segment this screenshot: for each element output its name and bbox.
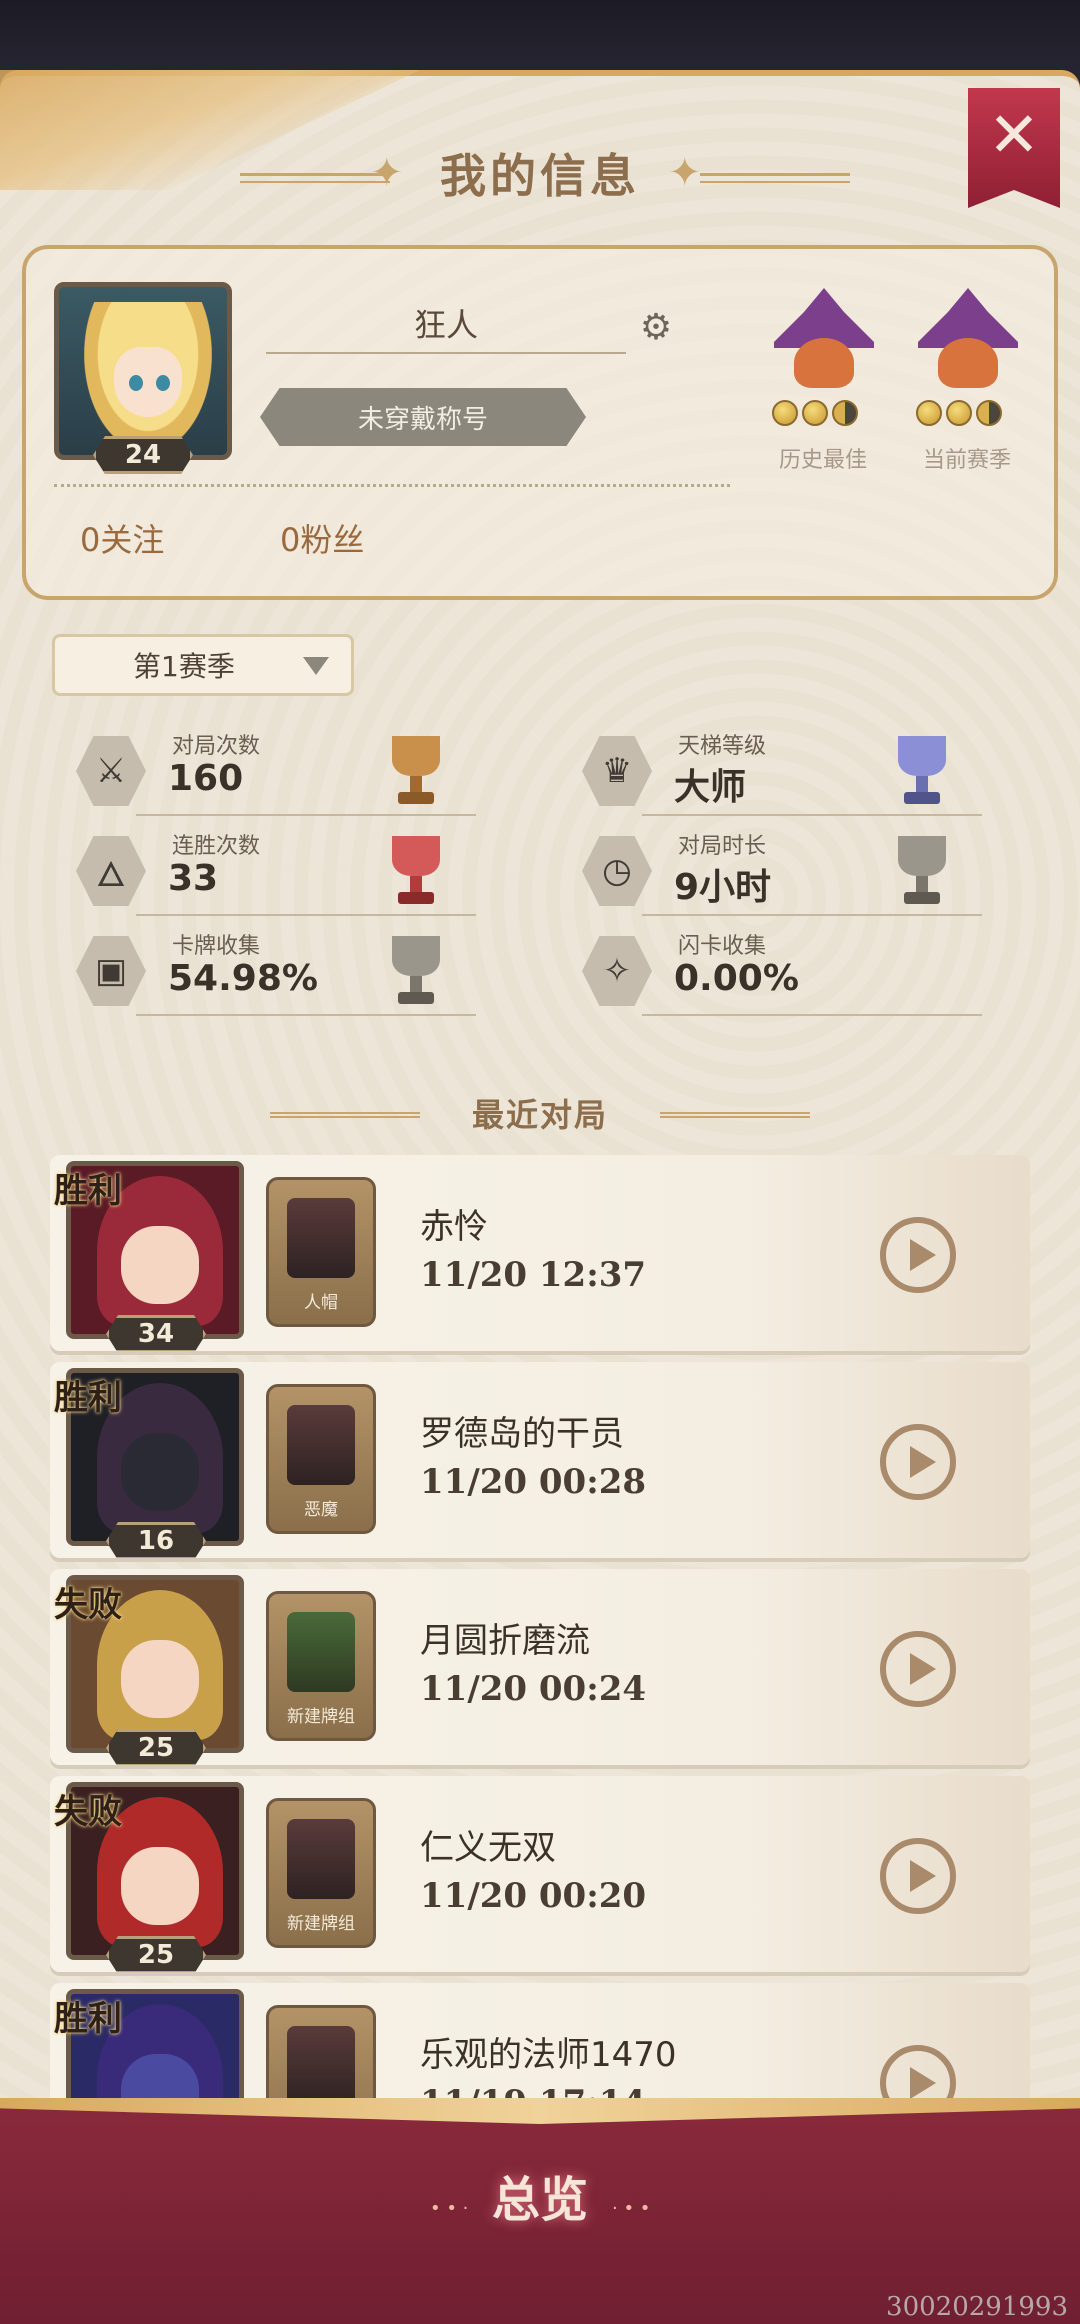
replay-play-icon[interactable]	[880, 2045, 956, 2105]
silver-trophy-icon	[892, 830, 952, 910]
shiny-card-icon: ✧	[582, 936, 652, 1006]
nickname-underline	[266, 352, 626, 354]
deck-card	[266, 2005, 376, 2105]
player-level-badge: 24	[93, 436, 193, 474]
stat-value: 大师	[674, 767, 747, 808]
rank-best-caption: 历史最佳	[778, 448, 867, 473]
deck-name: 新建牌组	[287, 1707, 355, 1727]
opponent-name: 赤怜	[420, 1207, 488, 1247]
follow-count[interactable]: 0关注	[80, 515, 164, 561]
bronze-trophy-icon	[386, 730, 446, 810]
silver-trophy-icon	[386, 930, 446, 1010]
overview-dots-right: · • •	[612, 2198, 651, 2219]
replay-play-icon[interactable]	[880, 1217, 956, 1293]
stat-ladder-tier: ♛ 天梯等级 大师	[582, 728, 1052, 818]
opponent-name: 月圆折磨流	[420, 1621, 590, 1661]
match-result: 失败	[54, 1792, 122, 1832]
diamond-trophy-icon	[892, 730, 952, 810]
match-time: 11/20 12:37	[420, 1255, 647, 1295]
stat-label: 天梯等级	[678, 734, 767, 759]
stat-label: 连胜次数	[172, 834, 261, 859]
match-result: 失败	[54, 1585, 122, 1625]
opponent-name: 仁义无双	[420, 1828, 556, 1868]
replay-play-icon[interactable]	[880, 1838, 956, 1914]
clock-icon: ◷	[582, 836, 652, 906]
season-dropdown[interactable]: 第1赛季	[52, 634, 354, 696]
match-row[interactable]: 16 胜利 恶魔 罗德岛的干员 11/20 00:28	[50, 1362, 1030, 1558]
recent-matches-title: 最近对局	[471, 1096, 608, 1134]
stat-shiny-collection: ✧ 闪卡收集 0.00%	[582, 928, 1052, 1018]
opponent-level-badge: 34	[106, 1315, 206, 1351]
replay-play-icon[interactable]	[880, 1424, 956, 1500]
page-title: 我的信息	[440, 149, 640, 203]
deck-card: 人帽	[266, 1177, 376, 1327]
replay-play-icon[interactable]	[880, 1631, 956, 1707]
recent-matches-list[interactable]: 34 胜利 人帽 赤怜 11/20 12:37 16 胜利 恶魔 罗德岛的干员 …	[50, 1155, 1030, 2105]
stat-win-streak: 🜂 连胜次数 33	[76, 828, 546, 918]
deck-name: 新建牌组	[287, 1914, 355, 1934]
rank-best-emblem-icon[interactable]	[768, 288, 880, 406]
match-result: 胜利	[54, 1171, 122, 1211]
match-result: 胜利	[54, 1999, 122, 2039]
rank-best-pips	[772, 400, 858, 426]
stat-card-collection: ▣ 卡牌收集 54.98%	[76, 928, 546, 1018]
stat-value: 9小时	[674, 867, 772, 908]
overview-button[interactable]: 总览	[440, 2160, 640, 2240]
opponent-name: 乐观的法师1470	[420, 2035, 677, 2075]
flame-shield-icon: 🜂	[76, 836, 146, 906]
avatar-eye	[156, 375, 170, 391]
opponent-level-badge: 25	[106, 1729, 206, 1765]
season-selected-value: 第1赛季	[133, 650, 235, 683]
player-nickname: 狂人	[413, 306, 478, 344]
match-row[interactable]: 胜利 乐观的法师1470 11/19 17:14	[50, 1983, 1030, 2105]
profile-divider	[54, 484, 730, 487]
deck-card: 新建牌组	[266, 1798, 376, 1948]
avatar-face	[114, 347, 182, 417]
stat-value: 0.00%	[674, 958, 799, 999]
match-time: 11/20 00:24	[420, 1669, 647, 1709]
stat-value: 160	[168, 758, 244, 799]
title-badge-button[interactable]: 未穿戴称号	[260, 388, 586, 446]
title-star-right-icon: ✦	[668, 150, 702, 196]
opponent-name: 罗德岛的干员	[420, 1414, 624, 1454]
stat-value: 33	[168, 858, 219, 899]
crossed-swords-icon: ⚔	[76, 736, 146, 806]
crown-icon: ♛	[582, 736, 652, 806]
opponent-level-badge: 25	[106, 1936, 206, 1972]
match-row[interactable]: 34 胜利 人帽 赤怜 11/20 12:37	[50, 1155, 1030, 1351]
rank-current-emblem-icon[interactable]	[912, 288, 1024, 406]
match-result: 胜利	[54, 1378, 122, 1418]
rank-current-caption: 当前赛季	[922, 448, 1011, 473]
match-row[interactable]: 25 失败 新建牌组 月圆折磨流 11/20 00:24	[50, 1569, 1030, 1765]
stat-label: 对局时长	[678, 834, 767, 859]
stat-label: 对局次数	[172, 734, 261, 759]
match-time: 11/20 00:20	[420, 1876, 647, 1916]
match-time: 11/20 00:28	[420, 1462, 647, 1502]
stat-label: 闪卡收集	[678, 934, 767, 959]
deck-name: 人帽	[304, 1293, 338, 1313]
stat-label: 卡牌收集	[172, 934, 261, 959]
player-avatar[interactable]	[54, 282, 232, 460]
gear-icon[interactable]: ⚙	[638, 310, 674, 346]
fans-count[interactable]: 0粉丝	[280, 515, 364, 561]
section-right-decoration	[660, 1112, 810, 1118]
match-row[interactable]: 25 失败 新建牌组 仁义无双 11/20 00:20	[50, 1776, 1030, 1972]
rank-current-pips	[916, 400, 1002, 426]
opponent-level-badge: 16	[106, 1522, 206, 1558]
title-right-decoration	[700, 173, 850, 183]
chevron-down-icon	[303, 657, 329, 675]
stat-games-played: ⚔ 对局次数 160	[76, 728, 546, 818]
card-collection-icon: ▣	[76, 936, 146, 1006]
deck-name: 恶魔	[304, 1500, 338, 1520]
deck-card: 新建牌组	[266, 1591, 376, 1741]
build-id: 30020291993	[886, 2292, 1068, 2322]
deck-card: 恶魔	[266, 1384, 376, 1534]
stat-play-time: ◷ 对局时长 9小时	[582, 828, 1052, 918]
stat-value: 54.98%	[168, 958, 318, 999]
ruby-trophy-icon	[386, 830, 446, 910]
avatar-eye	[129, 375, 143, 391]
